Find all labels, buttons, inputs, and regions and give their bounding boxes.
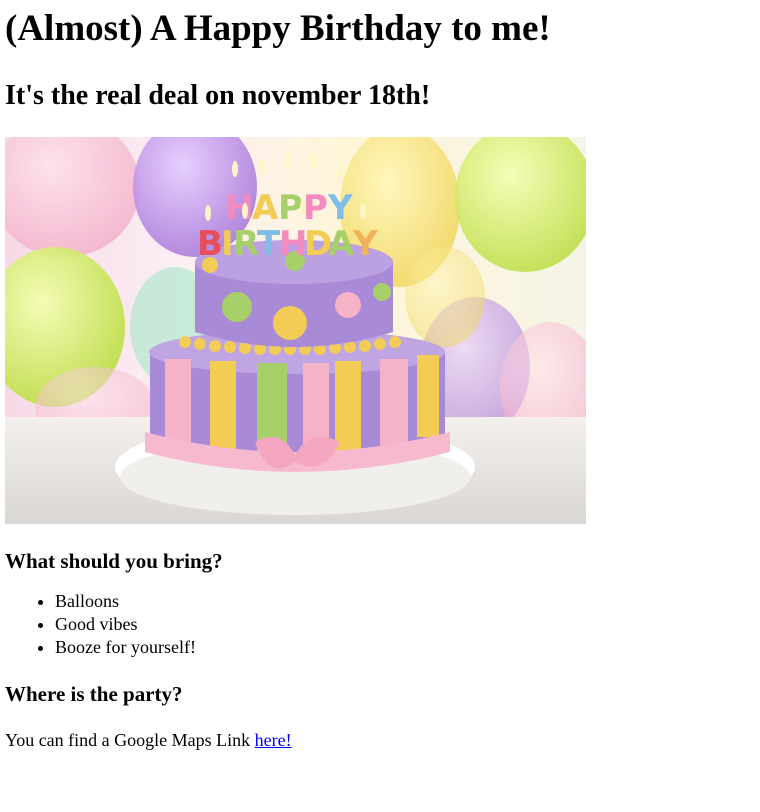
list-item: Booze for yourself! <box>55 636 755 659</box>
bring-list: Balloons Good vibes Booze for yourself! <box>5 590 755 659</box>
svg-text:A: A <box>328 224 355 264</box>
svg-text:Y: Y <box>327 188 353 228</box>
list-item: Good vibes <box>55 613 755 636</box>
svg-text:B: B <box>197 224 223 264</box>
maps-link[interactable]: here! <box>255 730 292 750</box>
birthday-cake-photo: H A P P Y B I R T H D A Y <box>5 137 586 524</box>
svg-text:R: R <box>233 224 259 264</box>
svg-text:A: A <box>252 188 279 228</box>
party-text: You can find a Google Maps Link <box>5 730 255 750</box>
bring-heading: What should you bring? <box>5 549 223 573</box>
party-heading: Where is the party? <box>5 682 183 706</box>
svg-text:P: P <box>303 188 328 228</box>
party-paragraph: You can find a Google Maps Link here! <box>5 729 755 752</box>
svg-text:T: T <box>257 224 281 264</box>
svg-text:H: H <box>225 188 253 228</box>
page-title: (Almost) A Happy Birthday to me! <box>5 8 551 49</box>
svg-text:Y: Y <box>352 224 378 264</box>
svg-text:I: I <box>221 224 234 264</box>
svg-text:P: P <box>278 188 303 228</box>
page-subtitle: It's the real deal on november 18th! <box>5 80 431 111</box>
list-item: Balloons <box>55 590 755 613</box>
